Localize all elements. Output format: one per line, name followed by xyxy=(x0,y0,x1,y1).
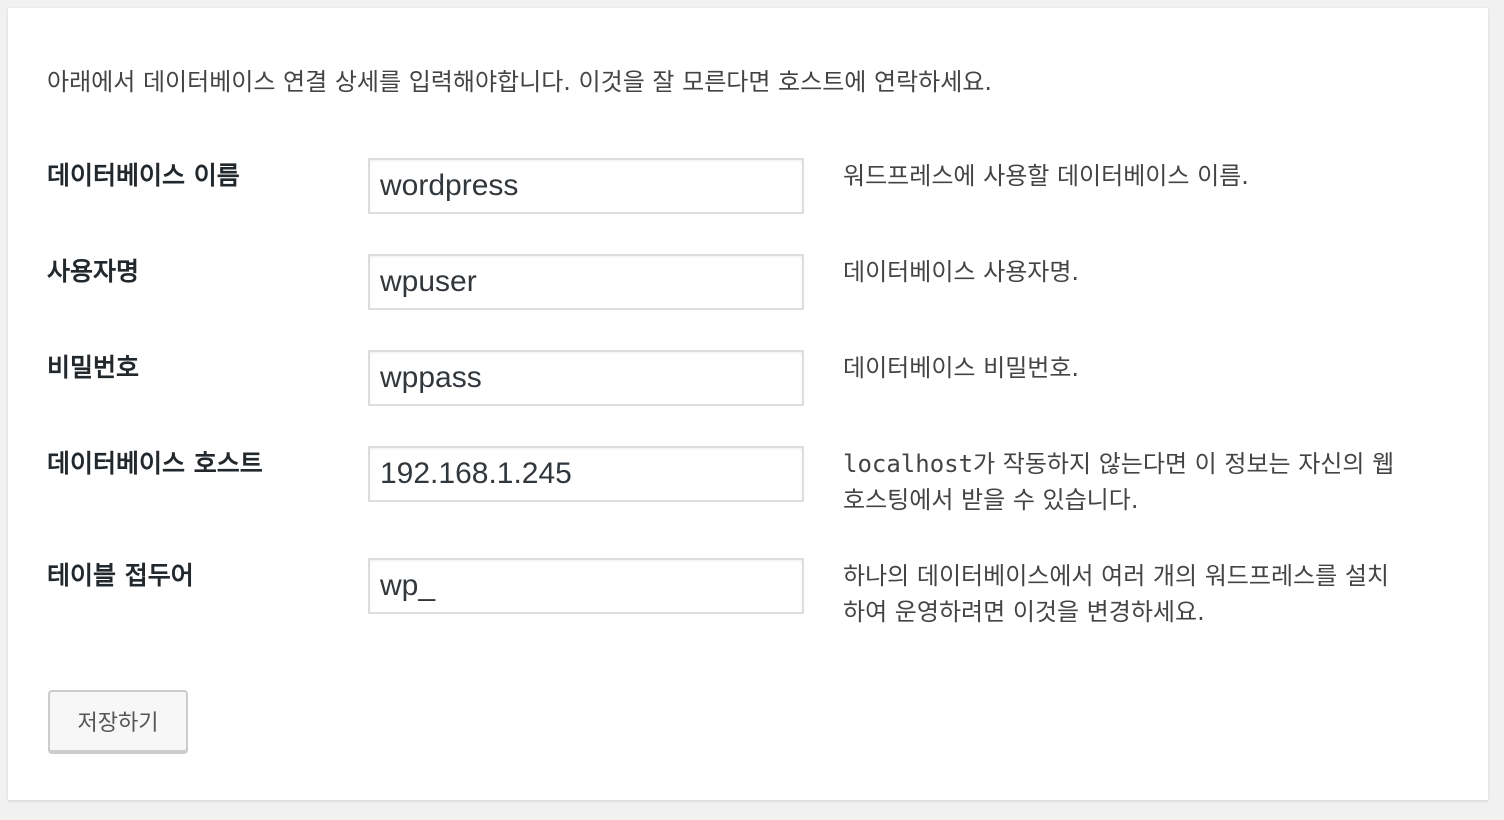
intro-text: 아래에서 데이터베이스 연결 상세를 입력해야합니다. 이것을 잘 모른다면 호… xyxy=(47,68,993,96)
username-help: 데이터베이스 사용자명. xyxy=(843,258,1080,286)
table-prefix-label: 테이블 접두어 xyxy=(47,561,194,590)
db-name-input[interactable] xyxy=(368,158,804,214)
password-input[interactable] xyxy=(368,350,804,406)
username-input[interactable] xyxy=(368,254,804,310)
username-label: 사용자명 xyxy=(47,257,140,286)
localhost-code: localhost xyxy=(843,450,974,478)
db-name-help: 워드프레스에 사용할 데이터베이스 이름. xyxy=(843,162,1249,190)
db-host-input[interactable] xyxy=(368,446,804,502)
table-prefix-help: 하나의 데이터베이스에서 여러 개의 워드프레스를 설치하여 운영하려면 이것을… xyxy=(843,562,1389,626)
password-help: 데이터베이스 비밀번호. xyxy=(843,354,1080,382)
db-host-help: localhost가 작동하지 않는다면 이 정보는 자신의 웹호스팅에서 받을… xyxy=(843,446,1403,518)
password-label: 비밀번호 xyxy=(47,353,140,382)
setup-form-card: 아래에서 데이터베이스 연결 상세를 입력해야합니다. 이것을 잘 모른다면 호… xyxy=(8,8,1488,800)
db-host-label: 데이터베이스 호스트 xyxy=(47,449,263,478)
table-prefix-input[interactable] xyxy=(368,558,804,614)
db-name-label: 데이터베이스 이름 xyxy=(47,161,240,190)
save-button[interactable]: 저장하기 xyxy=(48,690,188,752)
